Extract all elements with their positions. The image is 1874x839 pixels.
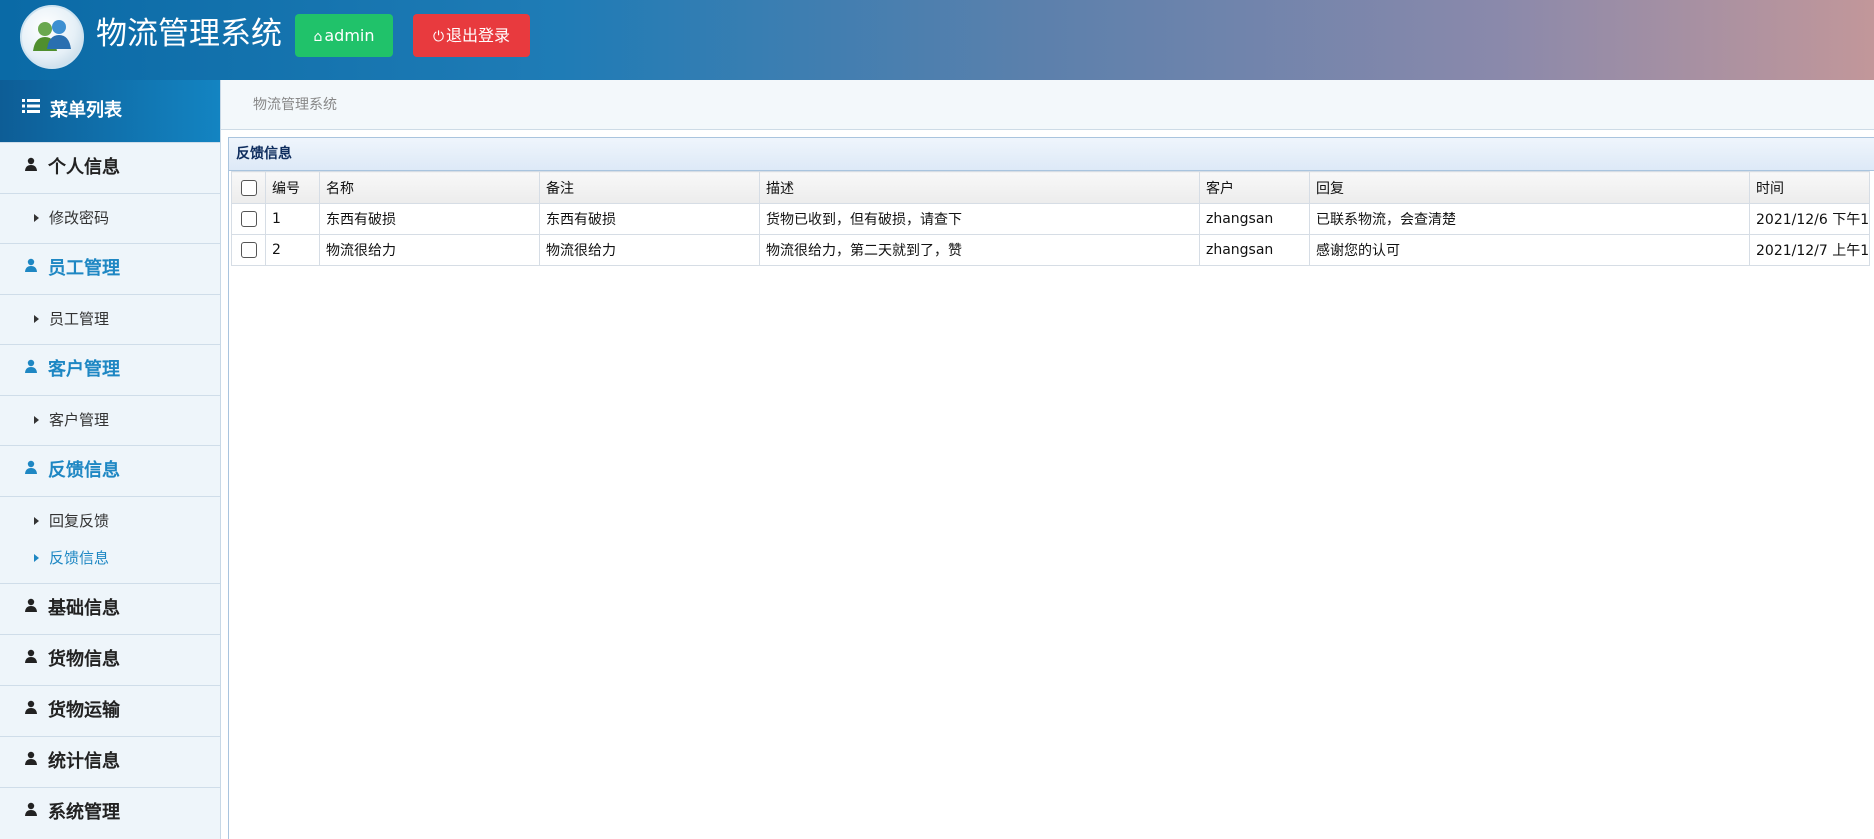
table-cell: 东西有破损 (539, 203, 760, 235)
table-cell: 货物已收到，但有破损，请查下 (759, 203, 1200, 235)
table-cell: 1 (265, 203, 320, 235)
sidebar-group-label: 货物运输 (48, 700, 120, 721)
sidebar-group-label: 反馈信息 (48, 460, 120, 481)
table-header-row: 编号 名称 备注 描述 客户 回复 时间 (231, 171, 1871, 204)
table-cell: 2021/12/7 上午1 (1748, 234, 1871, 266)
sidebar-group-label: 货物信息 (48, 649, 120, 670)
table-row[interactable]: 1 东西有破损 东西有破损 货物已收到，但有破损，请查下 zhangsan 已联… (231, 203, 1871, 235)
sidebar-item-label: 客户管理 (49, 411, 110, 429)
sidebar-title: 菜单列表 (50, 100, 122, 121)
feedback-panel: 反馈信息 编号 名称 备注 描述 客户 回复 时间 1 东西有破损 东西有破损 (228, 137, 1874, 839)
sidebar-item[interactable]: 员工管理 (0, 301, 220, 338)
sidebar-submenu: 员工管理 (0, 294, 220, 344)
caret-right-icon (34, 213, 39, 222)
sidebar-group-label: 个人信息 (48, 157, 120, 178)
sidebar-submenu: 修改密码 (0, 193, 220, 243)
table-cell: 物流很给力 (319, 234, 540, 266)
user-icon (24, 444, 38, 494)
sidebar-group-label: 员工管理 (48, 258, 120, 279)
user-icon (24, 582, 38, 632)
sidebar-item-label: 回复反馈 (49, 512, 110, 530)
user-icon (24, 786, 38, 836)
home-icon: ⌂ (313, 29, 323, 45)
sidebar-submenu: 客户管理 (0, 395, 220, 445)
sidebar-group[interactable]: 客户管理 (0, 344, 220, 395)
logout-button[interactable]: ⏻ 退出登录 (413, 14, 530, 57)
column-header[interactable]: 时间 (1748, 171, 1871, 204)
sidebar-item-label: 修改密码 (49, 209, 110, 227)
column-header[interactable]: 备注 (539, 171, 760, 204)
user-icon (24, 141, 38, 191)
caret-right-icon (34, 415, 39, 424)
sidebar-group[interactable]: 员工管理 (0, 243, 220, 294)
sidebar-group-label: 客户管理 (48, 359, 120, 380)
sidebar-group-label: 统计信息 (48, 751, 120, 772)
user-icon (24, 343, 38, 393)
table-cell: 物流很给力 (539, 234, 760, 266)
sidebar-group[interactable]: 系统管理 (0, 787, 220, 838)
column-header[interactable]: 回复 (1309, 171, 1750, 204)
table-cell: 2 (265, 234, 320, 266)
caret-right-icon (34, 314, 39, 323)
sidebar-submenu: 回复反馈 反馈信息 (0, 496, 220, 583)
user-icon (24, 633, 38, 683)
top-header: 物流管理系统 ⌂ admin ⏻ 退出登录 (0, 0, 1874, 80)
sidebar-menu: 个人信息 修改密码 员工管理 员工管理 客户管理 客户管理 反馈信息 回复反馈 反馈信息 基础信息… (0, 142, 220, 838)
sidebar-item[interactable]: 修改密码 (0, 200, 220, 237)
column-header[interactable]: 描述 (759, 171, 1200, 204)
power-icon: ⏻ (432, 29, 445, 45)
breadcrumb[interactable]: 物流管理系统 (253, 80, 337, 130)
sidebar-group[interactable]: 基础信息 (0, 583, 220, 634)
panel-title: 反馈信息 (229, 138, 1874, 171)
sidebar-group-label: 系统管理 (48, 802, 120, 823)
row-checkbox[interactable] (231, 203, 266, 235)
caret-right-icon (34, 553, 39, 562)
sidebar-header: 菜单列表 (0, 80, 220, 142)
logout-label: 退出登录 (446, 26, 511, 45)
sidebar-item[interactable]: 客户管理 (0, 402, 220, 439)
table-cell: 已联系物流，会查清楚 (1309, 203, 1750, 235)
column-header[interactable]: 名称 (319, 171, 540, 204)
caret-right-icon (34, 516, 39, 525)
sidebar-group[interactable]: 货物信息 (0, 634, 220, 685)
app-logo (20, 5, 84, 69)
table-cell: 东西有破损 (319, 203, 540, 235)
sidebar-group[interactable]: 个人信息 (0, 142, 220, 193)
table-cell: 物流很给力，第二天就到了，赞 (759, 234, 1200, 266)
table-cell: zhangsan (1199, 234, 1310, 266)
column-header[interactable]: 编号 (265, 171, 320, 204)
admin-label: admin (324, 26, 375, 45)
sidebar-group[interactable]: 反馈信息 (0, 445, 220, 496)
user-icon (24, 735, 38, 785)
row-checkbox[interactable] (231, 234, 266, 266)
breadcrumb-bar: 物流管理系统 (221, 80, 1874, 130)
list-icon (22, 78, 40, 140)
sidebar-group-label: 基础信息 (48, 598, 120, 619)
admin-button[interactable]: ⌂ admin (295, 14, 393, 57)
sidebar-item-label: 反馈信息 (49, 549, 110, 567)
user-icon (24, 684, 38, 734)
table-cell: 感谢您的认可 (1309, 234, 1750, 266)
sidebar-group[interactable]: 货物运输 (0, 685, 220, 736)
user-icon (24, 242, 38, 292)
table-row[interactable]: 2 物流很给力 物流很给力 物流很给力，第二天就到了，赞 zhangsan 感谢… (231, 234, 1871, 266)
sidebar-item-label: 员工管理 (49, 310, 110, 328)
table-cell: 2021/12/6 下午1 (1748, 203, 1871, 235)
table-cell: zhangsan (1199, 203, 1310, 235)
select-all-checkbox[interactable] (231, 171, 266, 204)
column-header[interactable]: 客户 (1199, 171, 1310, 204)
sidebar-item[interactable]: 回复反馈 (0, 503, 220, 540)
feedback-table: 编号 名称 备注 描述 客户 回复 时间 1 东西有破损 东西有破损 货物已收到… (231, 171, 1871, 266)
sidebar-group[interactable]: 统计信息 (0, 736, 220, 787)
app-title: 物流管理系统 (96, 16, 282, 52)
sidebar-item[interactable]: 反馈信息 (0, 540, 220, 577)
sidebar: 菜单列表 个人信息 修改密码 员工管理 员工管理 客户管理 客户管理 反馈信息 回复反馈 反馈信… (0, 80, 221, 839)
